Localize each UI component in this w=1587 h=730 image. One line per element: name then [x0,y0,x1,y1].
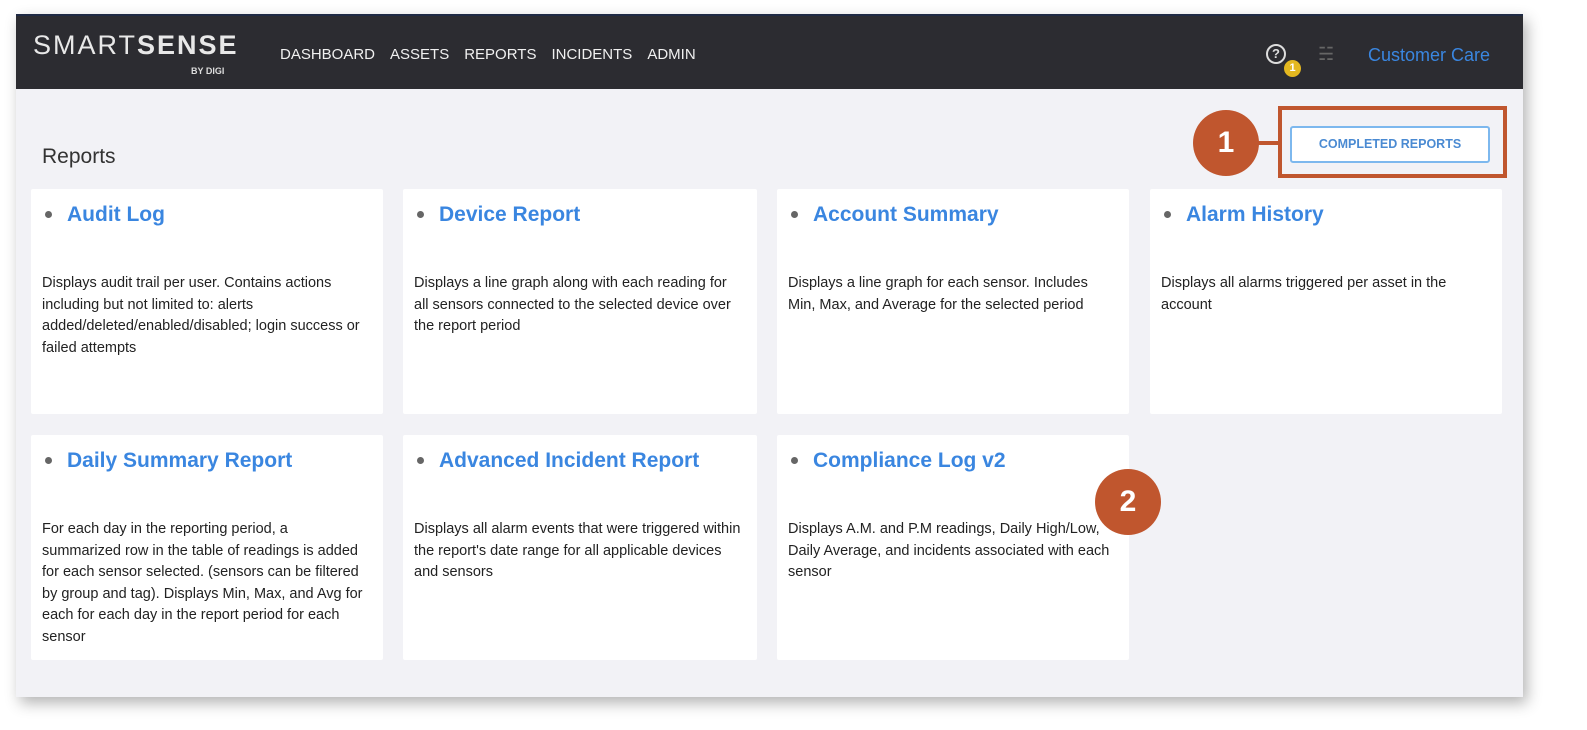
card-desc: Displays A.M. and P.M readings, Daily Hi… [788,521,1110,580]
annotation-marker-2: 2 [1095,469,1161,535]
help-icon[interactable]: ? [1266,44,1286,64]
report-card-device-report[interactable]: Device Report Displays a line graph along… [403,189,757,414]
card-desc: Displays all alarm events that were trig… [414,521,741,580]
card-title[interactable]: Compliance Log v2 [813,449,1006,473]
logo-sub: BY DIGI [191,66,225,76]
card-title[interactable]: Device Report [439,203,580,227]
top-nav-bar: SMARTSENSE BY DIGI DASHBOARD ASSETS REPO… [16,14,1523,89]
report-card-advanced-incident[interactable]: Advanced Incident Report Displays all ala… [403,435,757,660]
card-title[interactable]: Alarm History [1186,203,1324,227]
card-title[interactable]: Audit Log [67,203,165,227]
report-card-daily-summary[interactable]: Daily Summary Report For each day in the … [31,435,383,660]
bullet-icon [45,211,52,218]
annotation-marker-1: 1 [1193,110,1259,176]
report-card-account-summary[interactable]: Account Summary Displays a line graph for… [777,189,1129,414]
report-card-alarm-history[interactable]: Alarm History Displays all alarms trigger… [1150,189,1502,414]
card-desc: Displays a line graph along with each re… [414,275,731,334]
main-nav: DASHBOARD ASSETS REPORTS INCIDENTS ADMIN [280,46,696,63]
logo[interactable]: SMARTSENSE [33,30,239,61]
card-desc: Displays all alarms triggered per asset … [1161,275,1447,313]
nav-assets[interactable]: ASSETS [390,46,449,63]
nav-reports[interactable]: REPORTS [464,46,536,63]
card-desc: Displays audit trail per user. Contains … [42,275,360,356]
nav-admin[interactable]: ADMIN [647,46,695,63]
report-card-audit-log[interactable]: Audit Log Displays audit trail per user. … [31,189,383,414]
bullet-icon [791,457,798,464]
annotation-connector [1258,141,1280,145]
page-title: Reports [42,145,116,168]
annotation-highlight-box [1278,106,1507,178]
bullet-icon [417,457,424,464]
user-menu[interactable]: Customer Care [1368,45,1490,66]
bullet-icon [417,211,424,218]
card-desc: For each day in the reporting period, a … [42,521,363,645]
bullet-icon [45,457,52,464]
card-desc: Displays a line graph for each sensor. I… [788,275,1088,313]
help-badge: 1 [1284,60,1301,77]
report-card-compliance-log[interactable]: Compliance Log v2 Displays A.M. and P.M r… [777,435,1129,660]
logo-text-bold: SENSE [137,30,239,60]
org-hierarchy-icon[interactable]: ☵ [1318,44,1334,65]
bullet-icon [791,211,798,218]
bullet-icon [1164,211,1171,218]
logo-text: SMART [33,30,138,60]
card-title[interactable]: Advanced Incident Report [439,449,699,473]
card-title[interactable]: Daily Summary Report [67,449,292,473]
nav-incidents[interactable]: INCIDENTS [551,46,632,63]
nav-dashboard[interactable]: DASHBOARD [280,46,375,63]
card-title[interactable]: Account Summary [813,203,999,227]
